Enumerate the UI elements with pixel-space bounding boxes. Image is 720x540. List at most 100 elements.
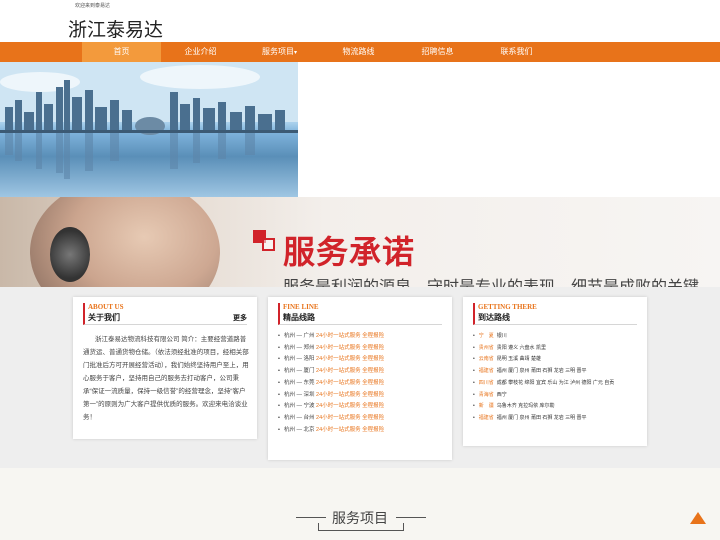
nav-item-routes[interactable]: 物流路线 xyxy=(319,42,398,62)
route-name: 杭州 — 台州 xyxy=(283,414,315,421)
route-name: 杭州 — 郑州 xyxy=(283,344,315,351)
nav-item-jobs[interactable]: 招聘信息 xyxy=(398,42,477,62)
route-name: 杭州 — 深圳 xyxy=(283,391,315,398)
list-item[interactable]: • 四川省 成都 攀枝花 绵阳 宜宾 乐山 为江 泸州 德阳 广元 自贡 xyxy=(473,378,637,390)
nav-item-services[interactable]: 服务项目▾ xyxy=(240,42,319,62)
bullet-icon: • xyxy=(278,414,280,421)
city-list: 福州 厦门 泉州 莆田 石狮 龙岩 三明 晋平 xyxy=(496,414,587,421)
province-name: 福建省 xyxy=(478,414,494,421)
list-item[interactable]: • 贵州省 贵阳 遵义 六盘水 凯里 xyxy=(473,343,637,355)
promise-subtitle: 服务是利润的源泉，守时是专业的表现，细节是成败的关键 xyxy=(283,273,699,287)
route-name: 杭州 — 宁波 xyxy=(283,403,315,410)
bullet-icon: • xyxy=(278,379,280,386)
route-desc: 24小时一站式服务 全程报险 xyxy=(316,356,385,363)
list-item[interactable]: • 杭州 — 台州 24小时一站式服务 全程报险 xyxy=(278,413,442,425)
site-title[interactable]: 浙江泰易达 xyxy=(68,15,163,42)
arrow-up-icon[interactable] xyxy=(690,512,706,524)
promise-title: 服务承诺 xyxy=(283,234,416,270)
city-list: 成都 攀枝花 绵阳 宜宾 乐山 为江 泸州 德阳 广元 自贡 xyxy=(496,379,615,386)
bullet-icon: • xyxy=(278,403,280,410)
headset-icon xyxy=(50,227,90,282)
bullet-icon: • xyxy=(278,368,280,375)
about-card-header: ABOUT US 关于我们 更多 xyxy=(83,303,247,325)
fine-line-card-title: 精品线路 xyxy=(283,313,315,322)
bullet-icon: • xyxy=(473,356,475,363)
route-name: 杭州 — 厦门 xyxy=(283,368,315,375)
route-name: 杭州 — 北京 xyxy=(283,426,315,433)
divider xyxy=(396,517,426,518)
city-list: 福州 厦门 泉州 莆田 石狮 龙岩 三明 晋平 xyxy=(496,368,587,375)
province-name: 新 疆 xyxy=(478,403,494,410)
list-item[interactable]: • 云南省 昆明 玉溪 曲靖 楚雄 xyxy=(473,354,637,366)
list-item[interactable]: • 杭州 — 宁波 24小时一站式服务 全程报险 xyxy=(278,401,442,413)
list-item[interactable]: • 福建省 福州 厦门 泉州 莆田 石狮 龙岩 三明 晋平 xyxy=(473,366,637,378)
service-promise-banner: 服务承诺 服务是利润的源泉，守时是专业的表现，细节是成败的关键 xyxy=(0,197,720,287)
route-desc: 24小时一站式服务 全程报险 xyxy=(316,414,385,421)
list-item[interactable]: • 杭州 — 北京 24小时一站式服务 全程报险 xyxy=(278,425,442,437)
getting-there-card: GETTING THERE 到达路线 • 宁 夏银川 • 贵州省 贵阳 遵义 六盘水 … xyxy=(463,297,647,446)
city-list: 西宁 xyxy=(496,391,507,398)
province-name: 青海省 xyxy=(478,391,494,398)
top-welcome-bar: 欢迎来到泰易达 xyxy=(0,0,720,12)
route-desc: 24小时一站式服务 全程报险 xyxy=(316,333,385,339)
fine-line-card: FINE LINE 精品线路 • 杭州 — 广州 24小时一站式服务 全程报险 •… xyxy=(268,297,452,460)
route-desc: 24小时一站式服务 全程报险 xyxy=(316,379,385,386)
city-banner xyxy=(0,62,720,197)
bullet-icon: • xyxy=(473,379,475,386)
bullet-icon: • xyxy=(278,391,280,398)
bullet-icon: • xyxy=(473,333,475,339)
nav-item-contact[interactable]: 联系我们 xyxy=(477,42,556,62)
route-list: • 杭州 — 广州 24小时一站式服务 全程报险 • 杭州 — 郑州 24小时一站式… xyxy=(278,331,442,436)
bullet-icon: • xyxy=(278,333,280,339)
province-name: 宁 夏 xyxy=(478,333,494,339)
province-name: 四川省 xyxy=(478,379,494,386)
route-desc: 24小时一站式服务 全程报险 xyxy=(316,426,385,433)
area-list: • 宁 夏银川 • 贵州省 贵阳 遵义 六盘水 凯里 • 云南省 昆明 玉溪 曲靖 楚雄 … xyxy=(473,331,637,425)
province-name: 贵州省 xyxy=(478,344,494,351)
bullet-icon: • xyxy=(473,403,475,410)
welcome-text: 欢迎来到泰易达 xyxy=(75,3,111,9)
skyline-graphic xyxy=(0,62,298,179)
getting-there-card-title: 到达路线 xyxy=(478,313,510,322)
list-item[interactable]: • 杭州 — 东莞 24小时一站式服务 全程报险 xyxy=(278,378,442,390)
route-desc: 24小时一站式服务 全程报险 xyxy=(316,403,385,410)
bullet-icon: • xyxy=(473,344,475,351)
bullet-icon: • xyxy=(278,356,280,363)
fine-line-card-header: FINE LINE 精品线路 xyxy=(278,303,442,325)
bullet-icon: • xyxy=(473,391,475,398)
route-desc: 24小时一站式服务 全程报险 xyxy=(316,391,385,398)
getting-there-card-header: GETTING THERE 到达路线 xyxy=(473,303,637,325)
list-item[interactable]: • 福建省 福州 厦门 泉州 莆田 石狮 龙岩 三明 晋平 xyxy=(473,413,637,425)
province-name: 云南省 xyxy=(478,356,494,363)
province-name: 福建省 xyxy=(478,368,494,375)
list-item[interactable]: • 新 疆乌鲁木齐 克拉玛依 库尔勒 xyxy=(473,401,637,413)
list-item[interactable]: • 杭州 — 厦门 24小时一站式服务 全程报险 xyxy=(278,366,442,378)
nav-item-services-label: 服务项目 xyxy=(261,47,294,56)
bullet-icon: • xyxy=(473,414,475,421)
services-section: 服务项目 xyxy=(0,468,720,540)
city-list: 乌鲁木齐 克拉玛依 库尔勒 xyxy=(496,403,555,410)
route-name: 杭州 — 洛阳 xyxy=(283,356,315,363)
nav-item-about[interactable]: 企业介绍 xyxy=(161,42,240,62)
title-bracket xyxy=(318,523,404,531)
city-skyline-image xyxy=(0,62,298,197)
fine-line-card-en: FINE LINE xyxy=(283,303,319,311)
chevron-down-icon: ▾ xyxy=(293,50,297,56)
about-card-title: 关于我们 xyxy=(88,313,120,322)
city-list: 昆明 玉溪 曲靖 楚雄 xyxy=(496,356,541,363)
city-list: 银川 xyxy=(496,333,507,339)
list-item[interactable]: • 杭州 — 洛阳 24小时一站式服务 全程报险 xyxy=(278,354,442,366)
about-card: ABOUT US 关于我们 更多 浙江泰易达物流科技有限公司 简介：主要经营道路… xyxy=(73,297,257,439)
about-more-link[interactable]: 更多 xyxy=(233,313,247,323)
outline-square-icon xyxy=(262,238,275,251)
city-list: 贵阳 遵义 六盘水 凯里 xyxy=(496,344,546,351)
list-item[interactable]: • 宁 夏银川 xyxy=(473,331,637,343)
nav-item-home[interactable]: 首页 xyxy=(82,42,161,62)
list-item[interactable]: • 杭州 — 深圳 24小时一站式服务 全程报险 xyxy=(278,390,442,402)
route-desc: 24小时一站式服务 全程报险 xyxy=(316,368,385,375)
getting-there-card-en: GETTING THERE xyxy=(478,303,537,311)
list-item[interactable]: • 杭州 — 郑州 24小时一站式服务 全程报险 xyxy=(278,343,442,355)
list-item[interactable]: • 杭州 — 广州 24小时一站式服务 全程报险 xyxy=(278,331,442,343)
list-item[interactable]: • 青海省 西宁 xyxy=(473,390,637,402)
info-cards-section: ABOUT US 关于我们 更多 浙江泰易达物流科技有限公司 简介：主要经营道路… xyxy=(0,287,720,468)
